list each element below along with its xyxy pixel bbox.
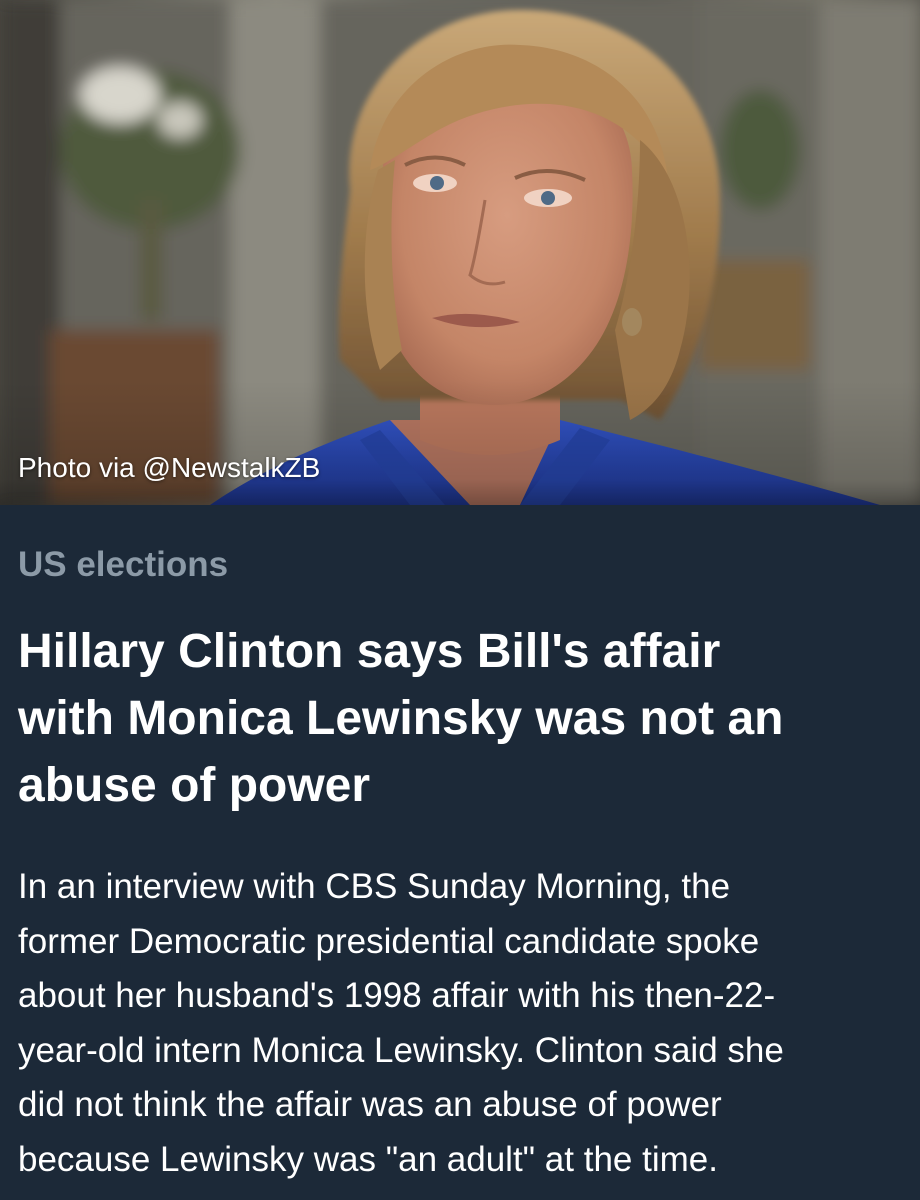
category-label[interactable]: US elections xyxy=(18,545,228,585)
summary-line: about her husband's 1998 affair with his… xyxy=(18,976,776,1015)
photo-credit: Photo via @NewstalkZB xyxy=(18,452,321,483)
summary-line: former Democratic presidential candidate… xyxy=(18,921,760,961)
summary-line: In an interview with CBS Sunday Morning,… xyxy=(18,867,731,906)
portrait-illustration xyxy=(0,0,920,505)
article-summary: In an interview with CBS Sunday Morning,… xyxy=(18,860,920,1187)
headline-line: abuse of power xyxy=(18,759,371,812)
headline[interactable]: Hillary Clinton says Bill's affair with … xyxy=(18,618,920,819)
summary-line: because Lewinsky was "an adult" at the t… xyxy=(18,1139,718,1179)
article-text: US elections Hillary Clinton says Bill's… xyxy=(0,505,920,1200)
headline-line: with Monica Lewinsky was not an xyxy=(18,692,784,745)
summary-line: year-old intern Monica Lewinsky. Clinton… xyxy=(18,1030,784,1070)
article-photo[interactable]: Photo via @NewstalkZB xyxy=(0,0,920,505)
news-card[interactable]: Photo via @NewstalkZB US elections Hilla… xyxy=(0,0,920,1200)
headline-line: Hillary Clinton says Bill's affair xyxy=(18,625,721,678)
summary-line: did not think the affair was an abuse of… xyxy=(18,1085,722,1124)
